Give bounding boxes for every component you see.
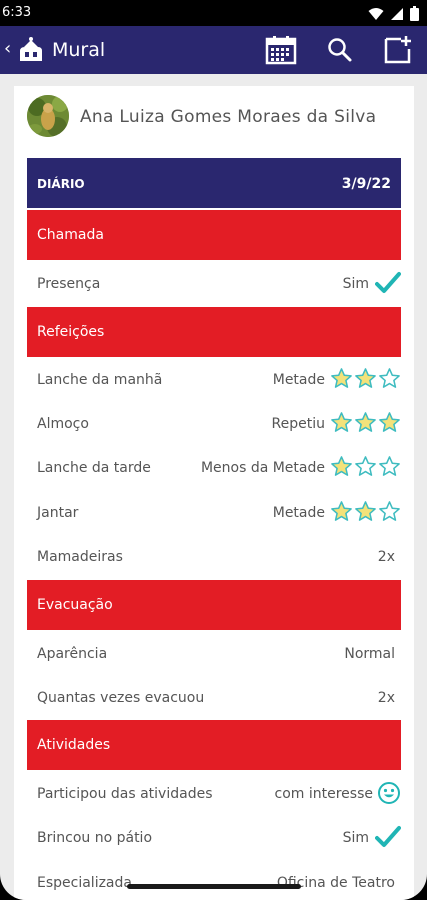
row-value: Metade [272, 372, 325, 388]
star-filled-icon [331, 501, 352, 521]
row-jantar: Jantar Metade [27, 491, 401, 535]
battery-icon [410, 6, 419, 21]
star-empty-icon [379, 368, 400, 388]
home-indicator[interactable] [127, 884, 301, 889]
row-lanche-manha: Lanche da manhã Metade [27, 358, 401, 402]
row-value: Sim [342, 830, 369, 846]
row-label: Aparência [37, 646, 108, 662]
row-value: com interesse [274, 786, 373, 802]
star-filled-icon [355, 412, 376, 432]
row-presenca: Presença Sim [27, 262, 401, 306]
diary-title: DIÁRIO [37, 177, 85, 191]
new-post-button[interactable] [381, 34, 415, 66]
row-label: Participou das atividades [37, 786, 213, 802]
check-icon [375, 271, 401, 295]
row-value: 2x [377, 549, 395, 565]
diary-card: Ana Luiza Gomes Moraes da Silva DIÁRIO 3… [14, 86, 414, 900]
star-empty-icon [379, 501, 400, 521]
section-atividades: Atividades [27, 720, 401, 770]
status-icons [368, 6, 419, 21]
profile-header[interactable]: Ana Luiza Gomes Moraes da Silva [14, 86, 414, 150]
section-evacuacao: Evacuação [27, 580, 401, 630]
row-mamadeiras: Mamadeiras 2x [27, 535, 401, 579]
star-filled-icon [331, 456, 352, 476]
star-filled-icon [331, 368, 352, 388]
row-lanche-tarde: Lanche da tarde Menos da Metade [27, 446, 401, 490]
student-name: Ana Luiza Gomes Moraes da Silva [80, 107, 377, 127]
row-label: Especializada [37, 875, 132, 891]
diary-date: 3/9/22 [341, 176, 391, 192]
star-filled-icon [355, 368, 376, 388]
section-refeicoes: Refeições [27, 307, 401, 357]
row-value: Repetiu [271, 416, 325, 432]
search-button[interactable] [323, 34, 357, 66]
status-time: 6:33 [2, 5, 32, 20]
avatar[interactable] [27, 95, 69, 137]
smiley-icon [377, 781, 401, 805]
row-brincou: Brincou no pátio Sim [27, 816, 401, 860]
row-label: Lanche da manhã [37, 372, 163, 388]
app-title: Mural [52, 39, 106, 61]
row-label: Mamadeiras [37, 549, 123, 565]
section-chamada: Chamada [27, 210, 401, 260]
star-filled-icon [355, 501, 376, 521]
star-filled-icon [331, 412, 352, 432]
star-empty-icon [379, 456, 400, 476]
diary-header: DIÁRIO 3/9/22 [27, 158, 401, 208]
wifi-icon [368, 7, 384, 20]
row-especializada: Especializada Oficina de Teatro [27, 861, 401, 900]
status-bar: 6:33 [0, 0, 427, 26]
row-label: Jantar [37, 505, 79, 521]
rating-stars [330, 411, 401, 434]
school-logo-icon[interactable] [16, 35, 46, 65]
row-label: Brincou no pátio [37, 830, 153, 846]
star-filled-icon [379, 412, 400, 432]
calendar-icon [265, 36, 297, 65]
signal-icon [391, 7, 403, 20]
row-value: Sim [342, 276, 369, 292]
row-value: Normal [344, 646, 395, 662]
rating-stars [330, 455, 401, 478]
row-value: 2x [377, 690, 395, 706]
section-title: Chamada [37, 227, 104, 243]
calendar-button[interactable] [264, 34, 298, 66]
row-label: Presença [37, 276, 101, 292]
section-title: Refeições [37, 324, 105, 340]
add-note-icon [384, 36, 411, 64]
rating-stars [330, 500, 401, 523]
star-empty-icon [355, 456, 376, 476]
row-aparencia: Aparência Normal [27, 632, 401, 676]
section-title: Atividades [37, 737, 111, 753]
row-quantas-vezes: Quantas vezes evacuou 2x [27, 676, 401, 720]
row-almoco: Almoço Repetiu [27, 402, 401, 446]
section-title: Evacuação [37, 597, 113, 613]
rating-stars [330, 367, 401, 390]
check-icon [375, 825, 401, 849]
row-label: Lanche da tarde [37, 460, 151, 476]
row-label: Almoço [37, 416, 89, 432]
app-bar: ‹ Mural [0, 26, 427, 74]
row-value: Menos da Metade [200, 460, 325, 476]
phone-screen: 6:33 ‹ Mural Ana Luiza Gomes Moraes da S… [0, 0, 427, 900]
row-label: Quantas vezes evacuou [37, 690, 205, 706]
row-participou: Participou das atividades com interesse [27, 772, 401, 816]
row-value: Metade [272, 505, 325, 521]
back-chevron-icon[interactable]: ‹ [4, 38, 11, 59]
avatar-image [27, 95, 69, 137]
search-icon [328, 38, 352, 62]
